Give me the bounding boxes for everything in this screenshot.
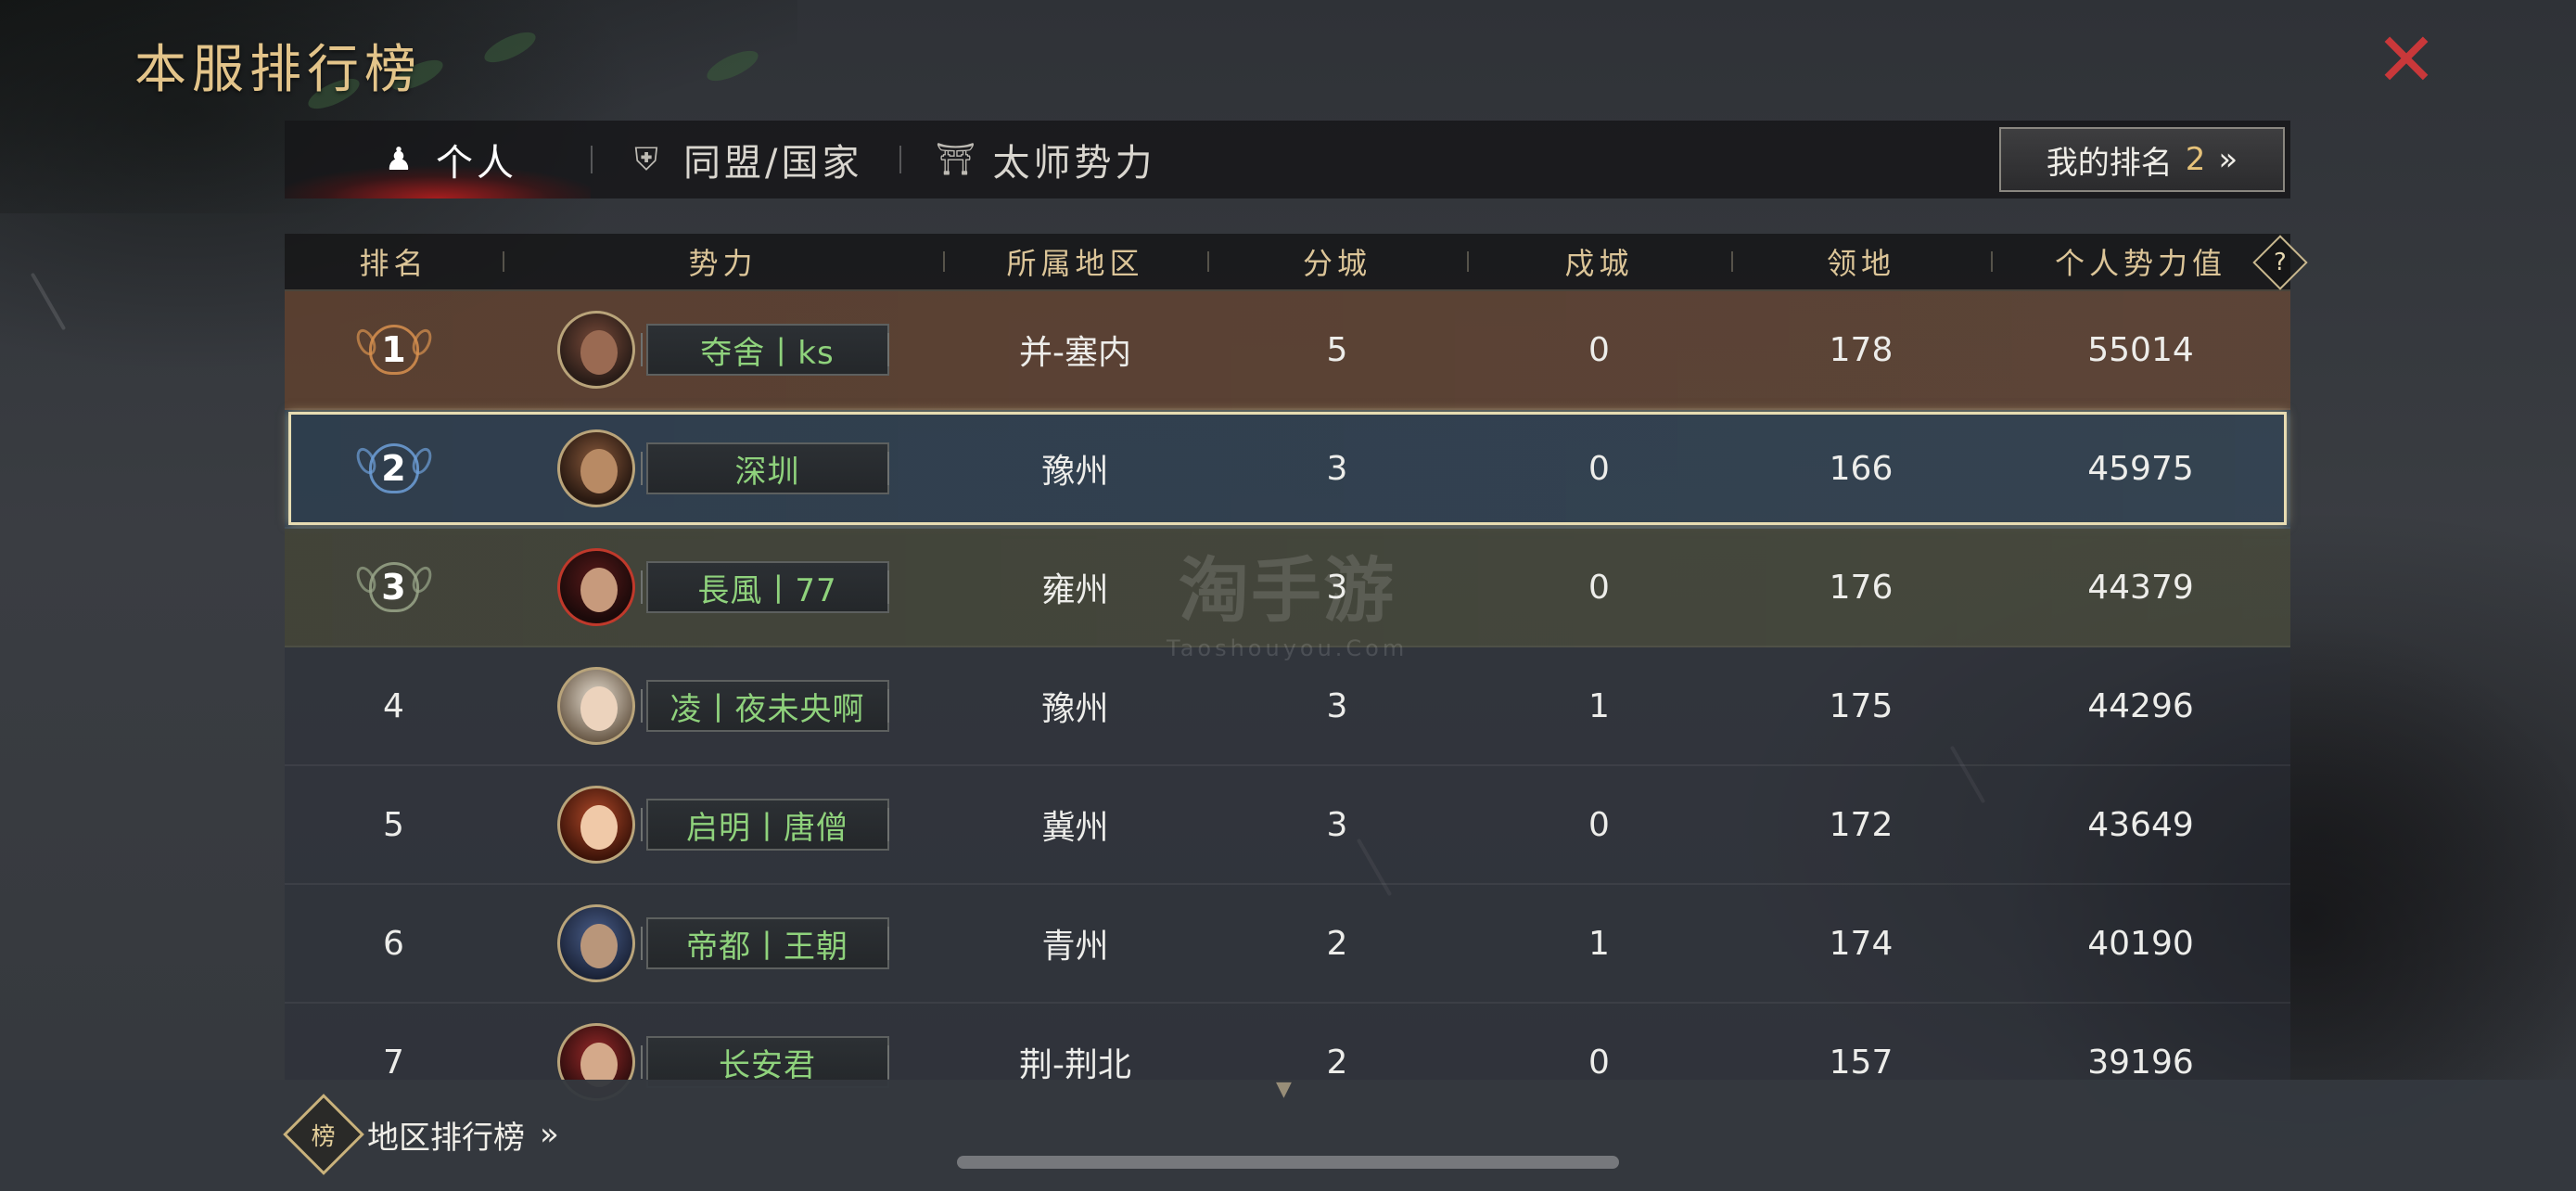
my-rank-value: 2 <box>2185 141 2206 178</box>
territory-cell: 175 <box>1829 686 1894 725</box>
territory-cell: 178 <box>1829 330 1894 369</box>
tab-bar: ♟ 个人 ⛨ 同盟/国家 ⛩ 太师势力 我的排名 2 » <box>285 121 2290 198</box>
home-indicator[interactable] <box>957 1156 1619 1169</box>
my-rank-label: 我的排名 <box>2046 144 2173 182</box>
power-cell: 55014 <box>2087 330 2194 369</box>
region-cell: 豫州 <box>1041 690 1109 728</box>
table-header: 排名 势力 所属地区 分城 戍城 领地 个人势力值 ? <box>285 233 2308 291</box>
table-row[interactable]: 5 启明丨唐僧 冀州 3 0 172 43649 <box>285 766 2290 885</box>
table-row[interactable]: 6 帝都丨王朝 青州 2 1 174 40190 <box>285 885 2290 1004</box>
header-force: 势力 <box>503 233 943 290</box>
branch-city-cell: 5 <box>1326 330 1348 369</box>
rank-number: 5 <box>383 805 404 844</box>
rank-number: 1 <box>381 329 406 370</box>
player-name[interactable]: 凌丨夜未央啊 <box>640 680 889 732</box>
rain-streak <box>30 272 67 331</box>
tab-label: 个人 <box>436 142 517 185</box>
branch-city-cell: 3 <box>1326 449 1348 488</box>
player-name[interactable]: 長風丨77 <box>640 561 889 613</box>
header-personal-power: 个人势力值 <box>1991 233 2290 290</box>
chevron-right-icon: » <box>2218 141 2238 178</box>
page-title: 本服排行榜 <box>134 40 422 100</box>
player-name[interactable]: 启明丨唐僧 <box>640 799 889 851</box>
power-cell: 44379 <box>2087 568 2194 607</box>
garrison-city-cell: 0 <box>1588 449 1610 488</box>
table-row[interactable]: 4 凌丨夜未央啊 豫州 3 1 175 44296 <box>285 647 2290 766</box>
avatar[interactable] <box>556 548 635 626</box>
player-name[interactable]: 深圳 <box>640 442 889 494</box>
ranking-emblem-icon: 榜 <box>283 1094 364 1175</box>
region-ranking-link[interactable]: 榜 地区排行榜 » <box>283 1094 559 1175</box>
rank-number: 4 <box>383 686 404 725</box>
territory-cell: 176 <box>1829 568 1894 607</box>
branch-city-cell: 2 <box>1326 924 1348 963</box>
region-cell: 青州 <box>1041 928 1109 966</box>
territory-cell: 166 <box>1829 449 1894 488</box>
rank-badge-gold: 1 <box>352 319 435 380</box>
region-cell: 雍州 <box>1041 571 1109 609</box>
close-icon: ✕ <box>2375 17 2438 103</box>
branch-city-cell: 3 <box>1326 686 1348 725</box>
power-cell: 40190 <box>2087 924 2194 963</box>
header-rank: 排名 <box>359 246 428 281</box>
branch-city-cell: 3 <box>1326 805 1348 844</box>
avatar[interactable] <box>556 311 635 389</box>
chevron-right-icon: » <box>540 1116 559 1153</box>
banner-icon: ⛩ <box>935 141 980 178</box>
table-row[interactable]: 1 夺舍丨ks 并-塞内 5 0 178 55014 <box>285 291 2290 410</box>
my-rank-button[interactable]: 我的排名 2 » <box>1999 127 2285 192</box>
table-row[interactable]: 3 長風丨77 雍州 3 0 176 44379 <box>285 529 2290 647</box>
rank-badge-bronze: 3 <box>352 557 435 618</box>
garrison-city-cell: 0 <box>1588 568 1610 607</box>
tab-personal[interactable]: ♟ 个人 <box>285 121 591 198</box>
power-cell: 45975 <box>2087 449 2194 488</box>
player-name[interactable]: 帝都丨王朝 <box>640 917 889 969</box>
table-row-highlighted[interactable]: 2 深圳 豫州 3 0 166 45975 <box>285 410 2290 529</box>
header-region: 所属地区 <box>943 233 1207 290</box>
rank-badge-silver: 2 <box>352 438 435 499</box>
avatar[interactable] <box>556 667 635 745</box>
rank-number: 3 <box>381 567 406 608</box>
rank-number: 6 <box>383 924 404 963</box>
region-cell: 并-塞内 <box>1019 334 1131 372</box>
garrison-city-cell: 1 <box>1588 924 1610 963</box>
tab-label: 太师势力 <box>992 142 1156 185</box>
rank-number: 2 <box>381 448 406 489</box>
territory-cell: 172 <box>1829 805 1894 844</box>
branch-city-cell: 3 <box>1326 568 1348 607</box>
ranking-screen: 本服排行榜 ✕ ♟ 个人 ⛨ 同盟/国家 ⛩ 太师势力 我的排名 2 » 排名 … <box>0 0 2576 1191</box>
person-icon: ♟ <box>384 141 417 178</box>
power-cell: 44296 <box>2087 686 2194 725</box>
region-ranking-label: 地区排行榜 <box>367 1119 525 1157</box>
scroll-down-icon: ▼ <box>1276 1078 1292 1101</box>
avatar[interactable] <box>556 429 635 507</box>
tab-taishi-force[interactable]: ⛩ 太师势力 <box>901 121 1192 198</box>
player-name[interactable]: 夺舍丨ks <box>640 324 889 376</box>
region-cell: 豫州 <box>1041 453 1109 491</box>
header-territory: 领地 <box>1731 233 1991 290</box>
power-cell: 43649 <box>2087 805 2194 844</box>
header-branch-city: 分城 <box>1207 233 1467 290</box>
tab-label: 同盟/国家 <box>683 142 863 185</box>
ranking-table: 排名 势力 所属地区 分城 戍城 领地 个人势力值 ? 1 夺舍丨ks 并-塞内 <box>285 233 2308 1122</box>
alliance-icon: ⛨ <box>634 141 662 178</box>
garrison-city-cell: 0 <box>1588 805 1610 844</box>
territory-cell: 174 <box>1829 924 1894 963</box>
header-garrison-city: 戍城 <box>1467 233 1731 290</box>
garrison-city-cell: 0 <box>1588 330 1610 369</box>
avatar[interactable] <box>556 904 635 982</box>
garrison-city-cell: 1 <box>1588 686 1610 725</box>
tab-alliance[interactable]: ⛨ 同盟/国家 <box>593 121 899 198</box>
avatar[interactable] <box>556 786 635 864</box>
close-button[interactable]: ✕ <box>2374 23 2439 97</box>
region-cell: 冀州 <box>1041 809 1109 847</box>
